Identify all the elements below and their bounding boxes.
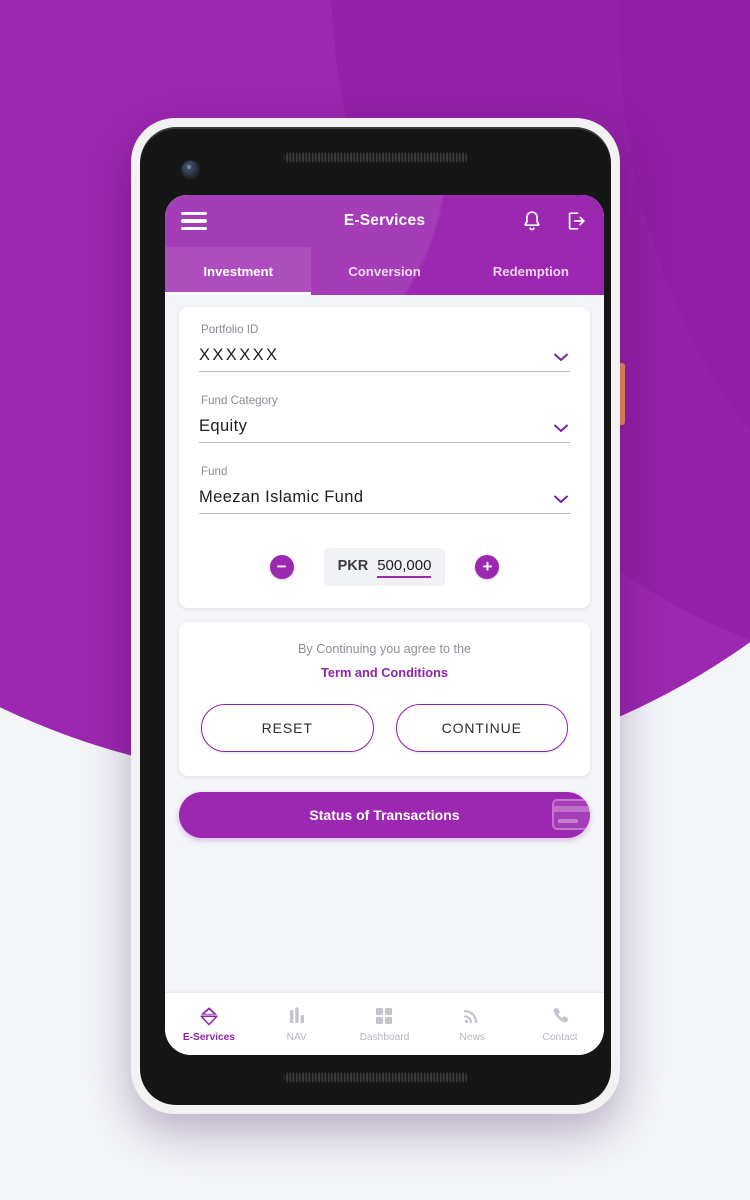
tab-investment[interactable]: Investment (165, 247, 312, 295)
reset-button[interactable]: RESET (201, 704, 374, 752)
nav-item-contact[interactable]: Contact (516, 1005, 604, 1043)
plus-icon: + (482, 556, 493, 576)
nav-label-dashboard: Dashboard (359, 1032, 410, 1043)
tab-bar: Investment Conversion Redemption (165, 247, 604, 295)
phone-device-frame: E-Services Investment Conversion Redempt… (131, 118, 620, 1114)
header-actions (520, 209, 588, 233)
terms-and-conditions-link[interactable]: Term and Conditions (321, 665, 448, 680)
field-label-fund-category: Fund Category (201, 394, 278, 407)
select-fund-category[interactable]: Equity (199, 417, 570, 443)
continue-button[interactable]: CONTINUE (395, 704, 568, 752)
select-fund[interactable]: Meezan Islamic Fund (199, 488, 570, 514)
field-value-fund-category: Equity (199, 417, 248, 435)
nav-label-contact: Contact (542, 1032, 578, 1043)
front-camera-icon (182, 161, 199, 178)
terms-card: By Continuing you agree to the Term and … (179, 622, 590, 776)
select-portfolio-id[interactable]: XXXXXX (199, 346, 570, 372)
grid-icon (372, 1005, 396, 1027)
tab-redemption[interactable]: Redemption (458, 247, 604, 295)
nav-item-dashboard[interactable]: Dashboard (341, 1005, 429, 1043)
amount-input[interactable]: PKR 500,000 (323, 548, 446, 586)
chevron-down-icon[interactable] (552, 351, 570, 363)
field-fund-category: Fund Category Equity (199, 394, 570, 443)
earpiece-speaker (282, 152, 469, 163)
header-bar: E-Services (165, 195, 604, 247)
page-backdrop: E-Services Investment Conversion Redempt… (0, 0, 750, 1200)
chevron-down-icon[interactable] (552, 493, 570, 505)
increment-amount-button[interactable]: + (475, 555, 500, 579)
phone-icon (548, 1005, 572, 1027)
field-label-portfolio-id: Portfolio ID (201, 323, 259, 336)
amount-value[interactable]: 500,000 (377, 557, 432, 578)
bottom-speaker (282, 1072, 469, 1083)
logout-icon[interactable] (564, 209, 588, 233)
status-of-transactions-button[interactable]: Status of Transactions (179, 792, 590, 838)
nav-item-nav[interactable]: NAV (253, 1005, 341, 1043)
field-value-fund: Meezan Islamic Fund (199, 488, 364, 506)
amount-currency-label: PKR (337, 558, 369, 574)
status-banner-label: Status of Transactions (309, 807, 460, 823)
field-portfolio-id: Portfolio ID XXXXXX (199, 323, 570, 372)
tab-conversion[interactable]: Conversion (311, 247, 457, 295)
field-spacer (199, 374, 570, 394)
chevron-down-icon[interactable] (552, 422, 570, 434)
background-circle-tertiary (620, 0, 750, 620)
bar-chart-icon (285, 1005, 309, 1027)
nav-label-news: News (459, 1032, 486, 1043)
amount-stepper: − PKR 500,000 + (199, 548, 570, 586)
phone-bezel: E-Services Investment Conversion Redempt… (140, 127, 611, 1105)
terms-note: By Continuing you agree to the (298, 642, 471, 656)
bell-icon[interactable] (520, 209, 544, 233)
hamburger-menu-icon[interactable] (181, 212, 207, 230)
nav-label-eservices: E-Services (182, 1032, 235, 1043)
eservices-logo-icon (197, 1005, 221, 1027)
action-buttons: RESET CONTINUE (201, 704, 568, 752)
app-body: Portfolio ID XXXXXX Fund Category Equity… (165, 295, 604, 993)
bottom-navigation-bar: E-Services NAV Dashboard News Contact (165, 993, 604, 1055)
field-label-fund: Fund (201, 465, 228, 478)
field-fund: Fund Meezan Islamic Fund (199, 465, 570, 514)
investment-form-card: Portfolio ID XXXXXX Fund Category Equity… (179, 307, 590, 608)
minus-icon: − (276, 556, 287, 576)
app-header: E-Services Investment Conversion Redempt… (165, 195, 604, 295)
field-value-portfolio-id: XXXXXX (199, 346, 280, 364)
field-spacer (199, 445, 570, 465)
decrement-amount-button[interactable]: − (269, 555, 294, 579)
phone-screen: E-Services Investment Conversion Redempt… (165, 195, 604, 1055)
credit-card-icon (552, 799, 590, 830)
nav-item-news[interactable]: News (428, 1005, 516, 1043)
nav-label-nav: NAV (286, 1032, 307, 1043)
nav-item-eservices[interactable]: E-Services (165, 1005, 253, 1043)
rss-icon (460, 1005, 484, 1027)
